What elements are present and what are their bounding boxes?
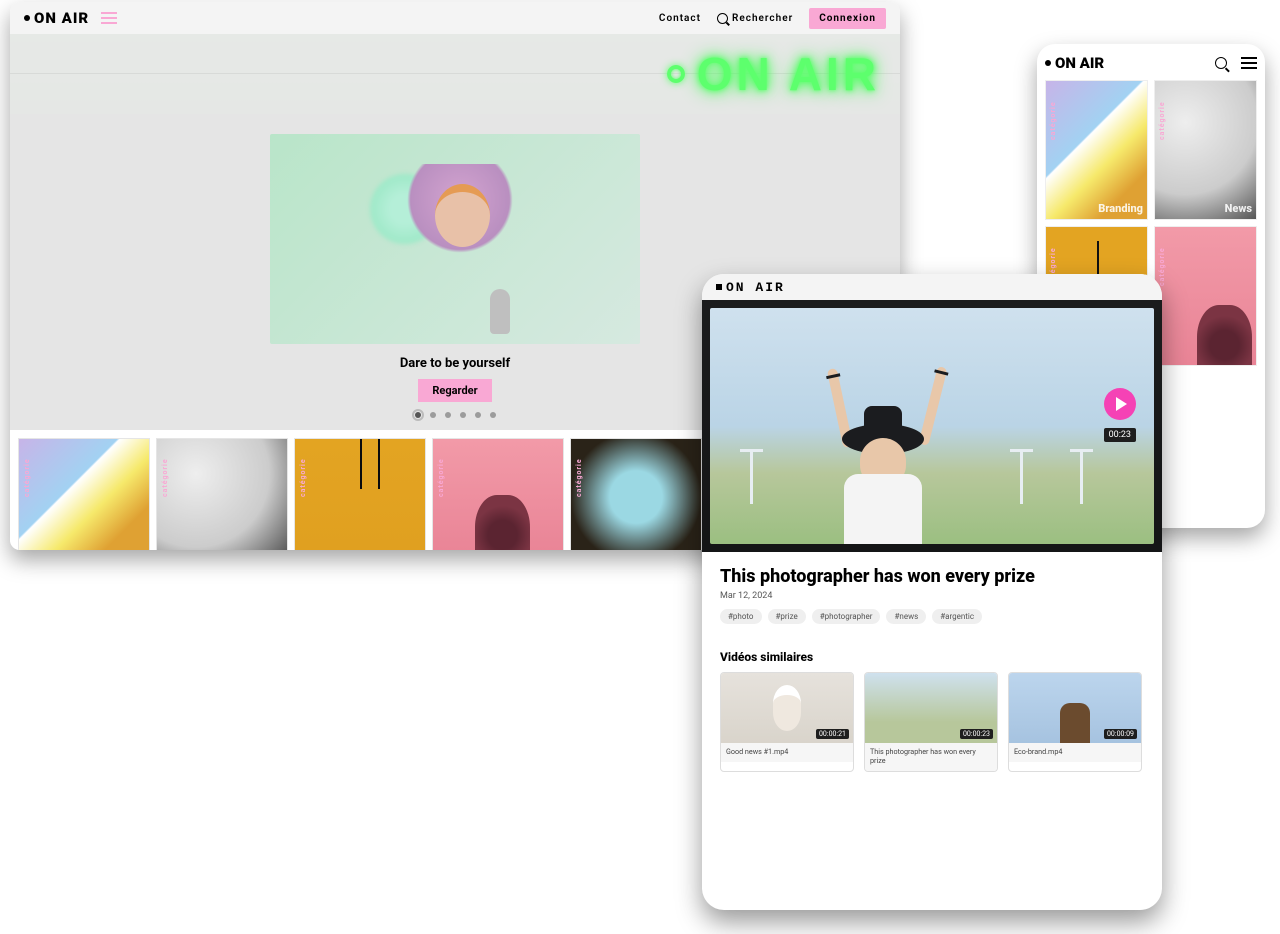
category-card-vlog[interactable]: catégorie (294, 438, 426, 550)
category-label: catégorie (23, 458, 31, 497)
hero-banner: ON AIR (10, 34, 900, 114)
nav-search[interactable]: Rechercher (717, 13, 793, 24)
thumb-duration: 00:00:21 (816, 729, 849, 739)
tablet-preview: ON AIR 00:23 This photographer has won e… (702, 274, 1162, 910)
video-title: This photographer has won every prize (720, 566, 1144, 587)
neon-text: ON AIR (697, 47, 880, 101)
related-section: Vidéos similaires 00:00:21 Good news #1.… (720, 650, 1144, 772)
category-name: News (1225, 202, 1252, 215)
logo-text: ON AIR (1055, 54, 1104, 72)
related-card[interactable]: 00:00:09 Eco-brand.mp4 (1008, 672, 1142, 772)
tag[interactable]: #argentic (932, 609, 982, 624)
logo-dot-icon (24, 15, 30, 21)
tablet-header: ON AIR (702, 274, 1162, 300)
hamburger-icon[interactable] (1241, 57, 1257, 69)
category-label: catégorie (299, 458, 307, 497)
neon-dot-icon (667, 65, 685, 83)
category-card-branding[interactable]: catégorie (18, 438, 150, 550)
logo[interactable]: ON AIR (1045, 54, 1104, 72)
hamburger-icon[interactable] (101, 12, 117, 24)
related-card[interactable]: 00:00:23 This photographer has won every… (864, 672, 998, 772)
tag[interactable]: #prize (768, 609, 806, 624)
thumb-image: 00:00:23 (865, 673, 997, 743)
thumb-caption: This photographer has won every prize (865, 743, 997, 771)
logo-dot-icon (716, 284, 722, 290)
video-subject (830, 374, 940, 544)
carousel-dot[interactable] (475, 412, 481, 418)
thumb-image: 00:00:09 (1009, 673, 1141, 743)
watch-button[interactable]: Regarder (418, 379, 491, 402)
category-card-podcast[interactable]: catégorie (432, 438, 564, 550)
category-name: Branding (1098, 202, 1143, 215)
tag[interactable]: #photo (720, 609, 762, 624)
tag-list: #photo #prize #photographer #news #argen… (720, 609, 1144, 624)
tag[interactable]: #news (886, 609, 926, 624)
mobile-header: ON AIR (1045, 54, 1257, 72)
related-thumbs: 00:00:21 Good news #1.mp4 00:00:23 This … (720, 672, 1144, 772)
logo-text: ON AIR (34, 9, 89, 27)
logo-text: ON AIR (726, 280, 785, 295)
category-card-news[interactable]: catégorie News (1154, 80, 1257, 220)
login-button[interactable]: Connexion (809, 8, 886, 29)
duration-badge: 00:23 (1104, 428, 1136, 442)
category-card-travel[interactable]: catégorie (570, 438, 702, 550)
logo-dot-icon (1045, 60, 1051, 66)
category-label: catégorie (575, 458, 583, 497)
logo[interactable]: ON AIR (24, 9, 89, 27)
category-label: catégorie (1049, 101, 1057, 140)
thumb-caption: Eco-brand.mp4 (1009, 743, 1141, 762)
category-label: catégorie (161, 458, 169, 497)
logo[interactable]: ON AIR (716, 280, 785, 295)
feature-image[interactable] (270, 134, 640, 344)
search-icon[interactable] (1215, 57, 1227, 69)
carousel-dot[interactable] (460, 412, 466, 418)
nav-search-label: Rechercher (732, 13, 793, 24)
tag[interactable]: #photographer (812, 609, 881, 624)
category-label: catégorie (1158, 247, 1166, 286)
category-label: catégorie (437, 458, 445, 497)
thumb-caption: Good news #1.mp4 (721, 743, 853, 762)
neon-logo: ON AIR (667, 47, 880, 101)
desktop-nav: Contact Rechercher Connexion (659, 8, 886, 29)
nav-contact[interactable]: Contact (659, 13, 701, 24)
carousel-dot[interactable] (430, 412, 436, 418)
carousel-dot[interactable] (415, 412, 421, 418)
carousel-dot[interactable] (445, 412, 451, 418)
video-player[interactable]: 00:23 (702, 300, 1162, 552)
video-detail: This photographer has won every prize Ma… (702, 552, 1162, 786)
carousel-dot[interactable] (490, 412, 496, 418)
category-card-branding[interactable]: catégorie Branding (1045, 80, 1148, 220)
play-icon[interactable] (1104, 388, 1136, 420)
related-title: Vidéos similaires (720, 650, 1144, 664)
video-frame (710, 308, 1154, 544)
category-card-podcast[interactable]: catégorie Podcast (1154, 226, 1257, 366)
category-name: Podcast (1212, 348, 1252, 361)
video-date: Mar 12, 2024 (720, 591, 1144, 601)
thumb-duration: 00:00:23 (960, 729, 993, 739)
category-label: catégorie (1158, 101, 1166, 140)
desktop-header: ON AIR Contact Rechercher Connexion (10, 2, 900, 34)
related-card[interactable]: 00:00:21 Good news #1.mp4 (720, 672, 854, 772)
search-icon (717, 13, 728, 24)
thumb-duration: 00:00:09 (1104, 729, 1137, 739)
category-card-news[interactable]: catégorie (156, 438, 288, 550)
thumb-image: 00:00:21 (721, 673, 853, 743)
